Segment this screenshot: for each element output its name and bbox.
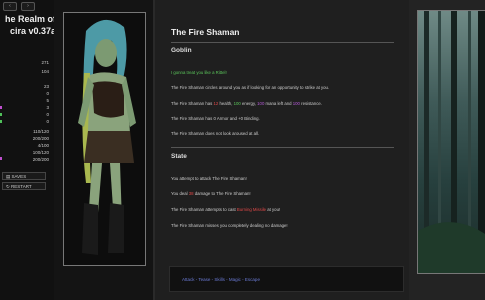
text: mana left and bbox=[264, 101, 293, 106]
stat-marker bbox=[0, 113, 2, 116]
sidebar: ‹ › he Realm of cira v0.37a 271 104 23 0… bbox=[0, 0, 54, 300]
spell-name: Burning Missile bbox=[236, 207, 267, 212]
saves-button[interactable]: ▤ SAVES bbox=[2, 172, 46, 180]
resistance-value: 100 bbox=[292, 101, 300, 106]
stat-value: 100/120 bbox=[32, 150, 49, 155]
stat-value: 0 bbox=[46, 112, 49, 117]
stat-value: 4/100 bbox=[37, 143, 49, 148]
damage-line: You deal 38 damage to The Fire Shaman! bbox=[171, 191, 251, 196]
armor-line: The Fire Shaman has 0 Armor and +0 Bindi… bbox=[171, 116, 260, 121]
stat-value: 5 bbox=[46, 98, 49, 103]
forest-illustration bbox=[418, 11, 485, 273]
stat-value: 104 bbox=[41, 69, 49, 74]
text: energy, bbox=[240, 101, 258, 106]
miss-line: The Fire Shaman misses you completely de… bbox=[171, 223, 288, 228]
game-title-line-1: he Realm of bbox=[4, 14, 54, 24]
forest-scene-image bbox=[417, 10, 485, 274]
stat-value: 23 bbox=[43, 84, 49, 89]
stat-value: 0 bbox=[46, 119, 49, 124]
state-heading: State bbox=[171, 153, 187, 160]
attack-line: You attempt to attack The Fire Shaman! bbox=[171, 176, 247, 181]
goblin-dialogue: I gonna treat you like a Rittel! bbox=[171, 70, 227, 75]
stat-value: 0 bbox=[46, 91, 49, 96]
nav-buttons: ‹ › bbox=[3, 2, 35, 11]
restart-label: RESTART bbox=[11, 184, 32, 189]
back-button[interactable]: ‹ bbox=[3, 2, 17, 11]
divider bbox=[171, 42, 394, 43]
energy-value: 100 bbox=[233, 101, 241, 106]
text: health, bbox=[218, 101, 234, 106]
game-title: he Realm of cira v0.37a bbox=[0, 13, 54, 37]
stat-value: 200/200 bbox=[32, 136, 49, 141]
scene-panel bbox=[409, 0, 485, 300]
restart-button[interactable]: ↻ RESTART bbox=[2, 182, 46, 190]
text: The Fire Shaman attempts to cast bbox=[171, 207, 237, 212]
text: damage to The Fire Shaman! bbox=[193, 191, 251, 196]
combat-log-panel: The Fire Shaman Goblin I gonna treat you… bbox=[155, 0, 409, 300]
saves-label: SAVES bbox=[11, 174, 27, 179]
stat-marker bbox=[0, 106, 2, 109]
stat-value: 110/120 bbox=[33, 129, 49, 134]
stat-value: 3 bbox=[46, 105, 49, 110]
goblin-heading: Goblin bbox=[171, 47, 192, 54]
stat-marker bbox=[0, 120, 2, 123]
fire-shaman-illustration bbox=[64, 13, 145, 265]
character-panel bbox=[54, 0, 153, 300]
stat-value: 271 bbox=[41, 60, 49, 65]
stat-value: 200/200 bbox=[32, 157, 49, 162]
cast-line: The Fire Shaman attempts to cast Burning… bbox=[171, 207, 280, 212]
character-portrait bbox=[63, 12, 146, 266]
aroused-line: The Fire Shaman does not look aroused at… bbox=[171, 131, 260, 136]
enemy-title: The Fire Shaman bbox=[171, 27, 240, 37]
text: at you! bbox=[266, 207, 281, 212]
text: resistance. bbox=[299, 101, 322, 106]
action-bar: Attack - Tease - Skills - Magic - Escape bbox=[169, 266, 404, 292]
enemy-stats-line: The Fire Shaman has 12 health, 100 energ… bbox=[171, 101, 322, 106]
divider bbox=[171, 147, 394, 148]
intro-line: The Fire Shaman circles around you as if… bbox=[171, 85, 330, 90]
game-title-line-2: cira v0.37a bbox=[9, 26, 54, 36]
text: The Fire Shaman has bbox=[171, 101, 214, 106]
stat-marker bbox=[0, 157, 2, 160]
text: You deal bbox=[171, 191, 189, 196]
forward-button[interactable]: › bbox=[21, 2, 35, 11]
action-links[interactable]: Attack - Tease - Skills - Magic - Escape bbox=[182, 277, 260, 282]
